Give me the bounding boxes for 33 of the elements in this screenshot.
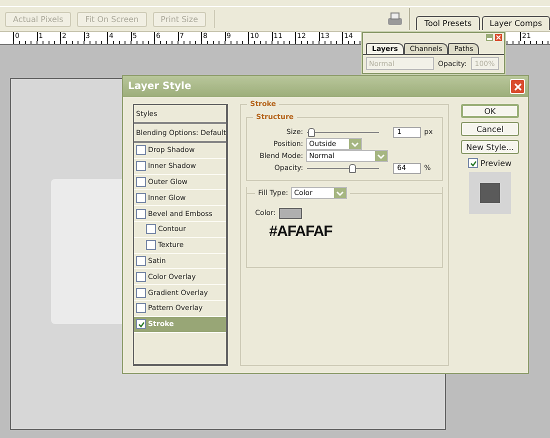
annotation-text: #AFAFAF bbox=[268, 223, 334, 240]
checkbox[interactable] bbox=[136, 176, 146, 187]
dropdown-arrow-icon[interactable] bbox=[334, 188, 346, 198]
palette-tab[interactable]: Layer Comps bbox=[482, 16, 550, 30]
checkbox[interactable] bbox=[468, 158, 478, 168]
checkbox[interactable] bbox=[136, 208, 146, 219]
checkbox[interactable] bbox=[146, 240, 156, 250]
checkbox[interactable] bbox=[136, 303, 146, 314]
slider-thumb[interactable] bbox=[308, 128, 316, 136]
close-icon[interactable] bbox=[495, 34, 502, 41]
close-button[interactable] bbox=[510, 79, 525, 94]
checkbox[interactable] bbox=[136, 192, 146, 203]
checkbox[interactable] bbox=[136, 319, 146, 330]
checkbox[interactable] bbox=[136, 256, 146, 266]
checkbox[interactable] bbox=[136, 272, 146, 282]
window-title: Layer Style bbox=[128, 81, 192, 92]
palette-tab[interactable]: Tool Presets bbox=[416, 16, 480, 30]
slider-thumb[interactable] bbox=[349, 164, 356, 172]
checkbox[interactable] bbox=[136, 161, 146, 172]
preview-thumbnail bbox=[469, 172, 511, 214]
color-swatch[interactable] bbox=[278, 208, 302, 218]
checkbox[interactable] bbox=[146, 224, 156, 234]
dialog-button[interactable]: Cancel bbox=[461, 122, 519, 136]
dialog-button[interactable]: OK bbox=[461, 104, 519, 118]
close-icon bbox=[514, 82, 522, 90]
dropdown-arrow-icon[interactable] bbox=[375, 151, 388, 161]
preview-checkbox[interactable]: Preview bbox=[468, 158, 512, 168]
printer-icon[interactable] bbox=[387, 11, 404, 27]
minimize-icon[interactable] bbox=[486, 34, 493, 41]
dropdown-arrow-icon[interactable] bbox=[349, 139, 362, 149]
dialog-button[interactable]: New Style... bbox=[461, 140, 519, 154]
checkbox[interactable] bbox=[136, 145, 146, 156]
checkbox[interactable] bbox=[136, 288, 146, 298]
